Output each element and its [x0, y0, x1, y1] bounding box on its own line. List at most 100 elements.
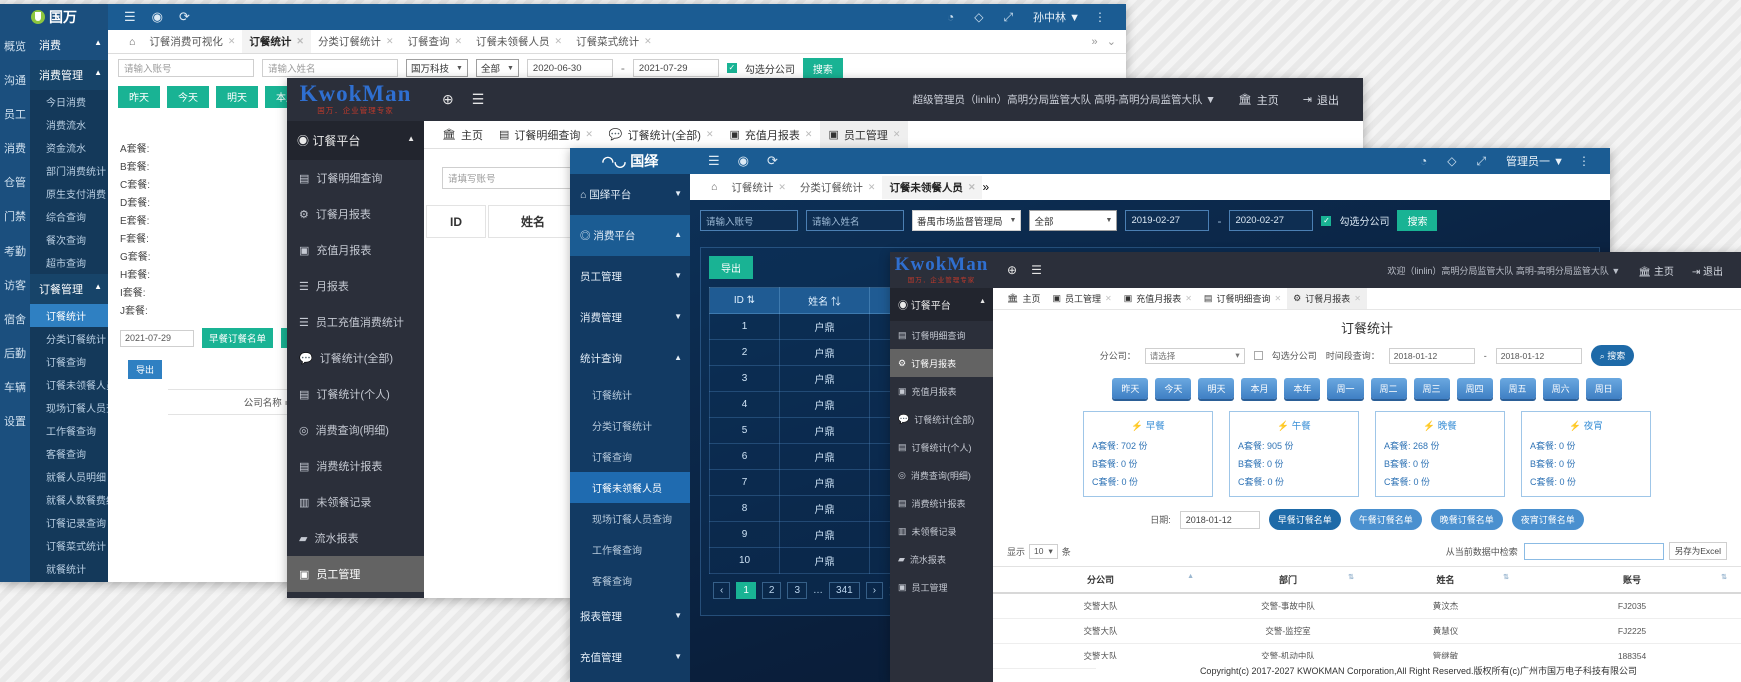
win3-group-platform[interactable]: ⌂ 国绎平台▼ — [570, 174, 690, 215]
win1-search-button[interactable]: 搜索 — [803, 58, 843, 79]
rail-item-11[interactable]: 设置 — [0, 405, 30, 439]
win4-th-dept[interactable]: 部门⇅ — [1208, 567, 1368, 594]
win4-group-platform[interactable]: ◉ 订餐平台▲ — [890, 288, 993, 321]
win3-org-select[interactable]: 番禺市场监督管理局▼ — [912, 210, 1021, 231]
win1-item-market-query[interactable]: 超市查询 — [30, 251, 108, 274]
close-icon[interactable]: ✕ — [1185, 294, 1192, 303]
win3-group-consume-mgmt[interactable]: 消费管理▼ — [570, 297, 690, 338]
close-icon[interactable]: ✕ — [868, 182, 876, 193]
win1-item-meal-query[interactable]: 餐次查询 — [30, 228, 108, 251]
rail-item-9[interactable]: 后勤 — [0, 337, 30, 371]
tab-cat-order-stat[interactable]: 分类订餐统计✕ — [311, 30, 401, 53]
close-icon[interactable]: ✕ — [893, 129, 901, 140]
close-icon[interactable]: ✕ — [228, 36, 236, 47]
win2-item-consume-detail[interactable]: ◎消费查询(明细) — [287, 412, 424, 448]
win1-items1[interactable]: 今日消费 消费流水 资金流水 部门消费统计 原生支付消费 综合查询 餐次查询 超… — [30, 90, 108, 274]
win4-item-order-monthly[interactable]: ⚙订餐月报表 — [890, 349, 993, 377]
win1-group-consume[interactable]: 消费 ▲ — [30, 30, 108, 60]
close-icon[interactable]: ✕ — [968, 182, 976, 193]
win2-tab-order-detail[interactable]: ▤订餐明细查询✕ — [491, 121, 601, 149]
win1-item-workmeal[interactable]: 工作餐查询 — [30, 419, 108, 442]
win4-table-controls[interactable]: 显示 10▾ 条 从当前数据中检索 另存为Excel — [993, 536, 1741, 566]
win4-day-sun[interactable]: 周日 — [1586, 378, 1622, 399]
page-341[interactable]: 341 — [829, 582, 860, 599]
rail-item-3[interactable]: 消费 — [0, 132, 30, 166]
win2-tabbar[interactable]: 🏛主页 ▤订餐明细查询✕ 💬订餐统计(全部)✕ ▣充值月报表✕ ▣员工管理✕ — [424, 121, 1363, 149]
refresh-icon[interactable]: ⟳ — [767, 153, 778, 169]
win3-user-menu[interactable]: 管理员一 ▼ — [1506, 153, 1564, 169]
rail-item-4[interactable]: 仓管 — [0, 166, 30, 200]
win4-item-recharge-monthly[interactable]: ▣充值月报表 — [890, 377, 993, 405]
win2-item-staff-recharge[interactable]: ☰员工充值消费统计 — [287, 304, 424, 340]
win4-day-fri[interactable]: 周五 — [1500, 378, 1536, 399]
page-3[interactable]: 3 — [787, 582, 807, 599]
tabbar-overflow-icon[interactable]: » ⌄ — [1091, 35, 1126, 48]
win1-date-to[interactable]: 2021-07-29 — [633, 59, 719, 77]
menu-collapse-icon[interactable]: ☰ — [124, 9, 136, 25]
win3-item-unclaimed[interactable]: 订餐未领餐人员 — [570, 472, 690, 503]
win4-day-thu[interactable]: 周四 — [1457, 378, 1493, 399]
table-row[interactable]: 交警大队交警-监控室黄慧仪FJ2225 — [993, 619, 1741, 644]
win3-th-name[interactable]: 姓名 ⇅ — [780, 288, 870, 314]
win1-name-input[interactable]: 请输入姓名 — [262, 59, 398, 77]
win1-group-order-mgmt[interactable]: 订餐管理 ▲ — [30, 274, 108, 304]
close-icon[interactable]: ✕ — [644, 36, 652, 47]
win4-th-name[interactable]: 姓名⇅ — [1368, 567, 1523, 594]
win3-sidebar[interactable]: ⌂ 国绎平台▼ ◎ 消费平台▲ 员工管理▼ 消费管理▼ 统计查询▲ 订餐统计 分… — [570, 174, 690, 682]
win4-branch-select[interactable]: 请选择▾ — [1145, 348, 1245, 364]
win1-item-today-consume[interactable]: 今日消费 — [30, 90, 108, 113]
win1-day-yesterday[interactable]: 昨天 — [118, 86, 160, 108]
win1-scope-select[interactable]: 全部▼ — [476, 59, 519, 77]
win4-item-consume-report[interactable]: ▤消费统计报表 — [890, 489, 993, 517]
win4-user-menu[interactable]: 欢迎（linlin）高明分局监管大队 高明-高明分局监管大队 ▼ — [1387, 264, 1620, 277]
fullscreen-icon[interactable]: ⤢ — [1003, 10, 1013, 25]
win3-tabbar[interactable]: ⌂ 订餐统计✕ 分类订餐统计✕ 订餐未领餐人员✕ » — [690, 174, 1610, 200]
rail-item-10[interactable]: 车辆 — [0, 371, 30, 405]
win4-tabbar[interactable]: 🏛主页 ▣员工管理✕ ▣充值月报表✕ ▤订餐明细查询✕ ⚙订餐月报表✕ — [993, 288, 1741, 310]
win1-list-date[interactable]: 2021-07-29 — [120, 330, 194, 347]
tab-home[interactable]: ⌂ — [122, 32, 142, 52]
win1-items2[interactable]: 订餐统计 分类订餐统计 订餐查询 订餐未领餐人员 现场订餐人员查询 工作餐查询 … — [30, 304, 108, 582]
win4-day-year[interactable]: 本年 — [1284, 378, 1320, 399]
win4-dinner-list-button[interactable]: 晚餐订餐名单 — [1431, 509, 1503, 530]
tabbar-overflow-icon[interactable]: » — [982, 180, 989, 194]
win2-user-menu[interactable]: 超级管理员（linlin）高明分局监管大队 高明-高明分局监管大队 ▼ — [913, 92, 1216, 107]
rail-item-7[interactable]: 访客 — [0, 269, 30, 303]
win3-item-cat-order-stat[interactable]: 分类订餐统计 — [570, 410, 690, 441]
win1-item-goods-order[interactable]: 商品预订 — [30, 580, 108, 582]
win4-item-staff-mgmt[interactable]: ▣员工管理 — [890, 573, 993, 601]
win1-account-input[interactable]: 请输入账号 — [118, 59, 254, 77]
win2-item-unclaimed-record[interactable]: ▥未领餐记录 — [287, 484, 424, 520]
more-vertical-icon[interactable]: ⋮ — [1578, 154, 1590, 168]
win2-th-name[interactable]: 姓名 — [488, 205, 578, 238]
win1-branch-checkbox[interactable]: ✓ — [727, 63, 737, 73]
win1-date-from[interactable]: 2020-06-30 — [527, 59, 613, 77]
close-icon[interactable]: ✕ — [706, 129, 714, 140]
rail-item-2[interactable]: 员工 — [0, 98, 30, 132]
win1-item-dept-stat[interactable]: 部门消费统计 — [30, 159, 108, 182]
win2-tab-order-stat-all[interactable]: 💬订餐统计(全部)✕ — [601, 121, 722, 149]
win1-item-comprehensive[interactable]: 综合查询 — [30, 205, 108, 228]
win3-tab-cat-order-stat[interactable]: 分类订餐统计✕ — [793, 176, 883, 199]
win2-tab-staff-mgmt[interactable]: ▣员工管理✕ — [820, 121, 908, 149]
menu-collapse-icon[interactable]: ☰ — [708, 153, 720, 169]
close-icon[interactable]: ✕ — [1105, 294, 1112, 303]
dashboard-icon[interactable]: ◔ — [1420, 154, 1427, 168]
win1-day-tomorrow[interactable]: 明天 — [216, 86, 258, 108]
tab-order-visual[interactable]: 订餐消费可视化✕ — [142, 30, 242, 53]
win3-item-workmeal[interactable]: 工作餐查询 — [570, 534, 690, 565]
win4-supper-list-button[interactable]: 夜宵订餐名单 — [1512, 509, 1584, 530]
win2-tab-home[interactable]: 🏛主页 — [434, 121, 491, 149]
win3-filterbar[interactable]: 请输入账号 请输入姓名 番禺市场监督管理局▼ 全部▼ 2019-02-27 - … — [690, 200, 1610, 241]
win2-th-id[interactable]: ID — [426, 205, 486, 238]
win4-day-yesterday[interactable]: 昨天 — [1112, 378, 1148, 399]
win3-account-input[interactable]: 请输入账号 — [700, 210, 798, 231]
win3-date-from[interactable]: 2019-02-27 — [1125, 210, 1209, 231]
tab-order-stat[interactable]: 订餐统计✕ — [242, 30, 311, 53]
win2-item-consume-report[interactable]: ▤消费统计报表 — [287, 448, 424, 484]
win4-item-order-stat-all[interactable]: 💬订餐统计(全部) — [890, 405, 993, 433]
window-kwokman-light[interactable]: KwokMan 国万．企业管理专家 ⊕ ☰ 欢迎（linlin）高明分局监管大队… — [890, 252, 1741, 682]
win1-item-consume-flow[interactable]: 消费流水 — [30, 113, 108, 136]
win3-item-order-query[interactable]: 订餐查询 — [570, 441, 690, 472]
win4-list-date-input[interactable]: 2018-01-12 — [1180, 511, 1260, 529]
